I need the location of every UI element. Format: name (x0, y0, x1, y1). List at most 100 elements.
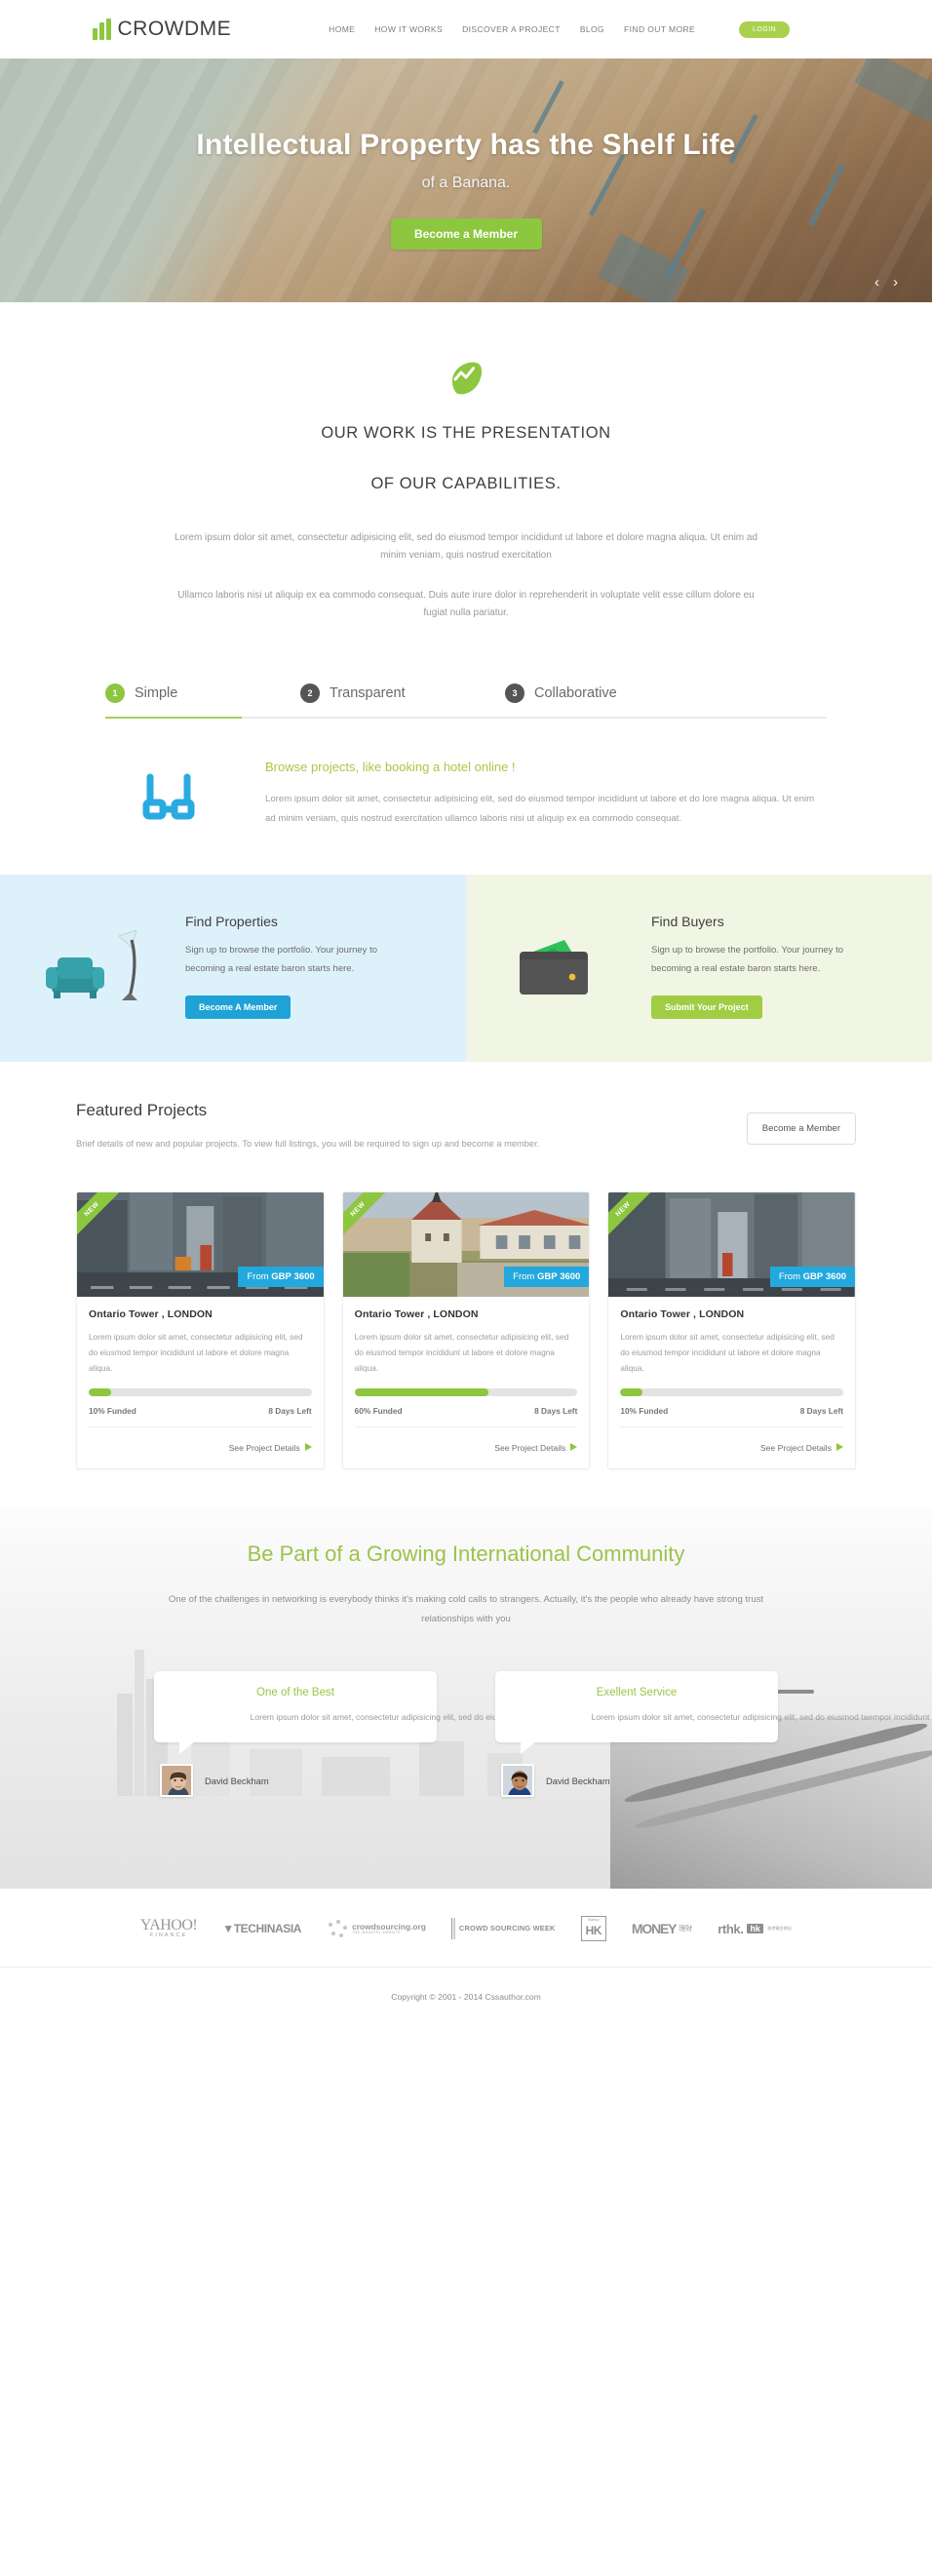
price-currency: GBP (271, 1270, 291, 1282)
find-buyers-text: Find Buyers Sign up to browse the portfo… (651, 914, 875, 1020)
see-details-label: See Project Details (494, 1443, 566, 1454)
partner-logos: YAHOO! FINANCE ▼TECHINASIA crowdsourcing.… (0, 1889, 932, 1968)
sofa-lamp-icon (0, 914, 185, 1019)
price-prefix: From (247, 1270, 269, 1282)
find-properties-title: Find Properties (185, 914, 278, 930)
find-buyers-title: Find Buyers (651, 914, 724, 930)
testimonial-author: David Beckham (205, 1775, 269, 1786)
project-card[interactable]: NEW From GBP 3600 Ontario Tower , LONDON… (76, 1190, 325, 1470)
tab-number: 3 (505, 683, 524, 703)
brand-name: CROWDME (117, 18, 232, 40)
nav-item-home[interactable]: HOME (329, 24, 355, 34)
tab-label: Simple (135, 684, 178, 701)
find-sections: Find Properties Sign up to browse the po… (0, 875, 932, 1063)
project-card[interactable]: NEW From GBP 3600 Ontario Tower , LONDON… (607, 1190, 857, 1470)
project-thumbnail: NEW From GBP 3600 (342, 1191, 590, 1297)
price-currency: GBP (536, 1270, 558, 1282)
nav-item-find-out-more[interactable]: FIND OUT MORE (624, 24, 695, 34)
hk-logo-sub: Startup (587, 1918, 600, 1923)
days-left: 8 Days Left (534, 1406, 578, 1417)
brand-logo[interactable]: CROWDME (93, 18, 231, 41)
featured-become-member-button[interactable]: Become a Member (746, 1112, 856, 1146)
testimonial-body: Lorem ipsum dolor sit amet, consectetur … (591, 1711, 932, 1722)
nav-item-blog[interactable]: BLOG (580, 24, 604, 34)
find-buyers-panel: Find Buyers Sign up to browse the portfo… (466, 875, 932, 1063)
project-card-list: NEW From GBP 3600 Ontario Tower , LONDON… (76, 1190, 857, 1470)
testimonial-bubble: Exellent Service Lorem ipsum dolor sit a… (495, 1670, 932, 1754)
see-project-details-link[interactable]: See Project Details (620, 1426, 844, 1468)
nav-item-discover-a-project[interactable]: DISCOVER A PROJECT (462, 24, 561, 34)
copyright-text: Copyright © 2001 - 2014 Cssauthor.com (391, 1991, 541, 2002)
slider-next-icon[interactable]: › (893, 275, 898, 290)
money-logo-sub: 理財 (679, 1926, 693, 1933)
see-details-label: See Project Details (759, 1443, 833, 1454)
project-thumbnail: NEW From GBP 3600 (608, 1191, 856, 1297)
community-section: Be Part of a Growing International Commu… (0, 1508, 932, 1890)
become-a-member-button[interactable]: Become A Member (185, 995, 291, 1020)
testimonial: One of the Best Lorem ipsum dolor sit am… (154, 1670, 713, 1798)
testimonial-title: Exellent Service (596, 1686, 678, 1698)
tab-transparent[interactable]: 2 Transparent (300, 683, 505, 703)
partner-logo-crowdsourcing-org: crowdsourcing.org THE INDUSTRY WEBSITE (327, 1914, 426, 1943)
intro-heading-line1: OUR WORK IS THE PRESENTATION (321, 424, 611, 442)
project-thumbnail: NEW From GBP 3600 (77, 1191, 324, 1297)
csw-logo-text: CROWD SOURCING WEEK (458, 1923, 556, 1932)
days-left: 8 Days Left (268, 1406, 312, 1417)
rthk-hk-badge: hk (747, 1924, 763, 1934)
funding-progress-bar (354, 1388, 578, 1397)
find-properties-text: Find Properties Sign up to browse the po… (185, 914, 409, 1020)
stripes-icon (450, 1918, 456, 1940)
money-logo-text: MONEY (631, 1921, 678, 1937)
arrow-right-icon (570, 1442, 578, 1451)
funding-progress-fill (620, 1388, 643, 1397)
testimonial-author: David Beckham (546, 1775, 610, 1786)
see-project-details-link[interactable]: See Project Details (354, 1426, 578, 1468)
testimonial-title: One of the Best (256, 1686, 334, 1698)
project-title: Ontario Tower , LONDON (354, 1308, 479, 1320)
tab-collaborative[interactable]: 3 Collaborative (505, 683, 617, 703)
price-value: 3600 (560, 1270, 581, 1282)
intro-section: OUR WORK IS THE PRESENTATION OF OUR CAPA… (0, 302, 932, 623)
community-subtitle: One of the challenges in networking is e… (168, 1594, 764, 1625)
funding-progress-bar (89, 1388, 312, 1397)
panel-text: Lorem ipsum dolor sit amet, consectetur … (265, 793, 815, 824)
submit-your-project-button[interactable]: Submit Your Project (651, 995, 762, 1020)
hero-content: Intellectual Property has the Shelf Life… (0, 59, 932, 250)
project-card[interactable]: NEW From GBP 3600 Ontario Tower , LONDON… (341, 1190, 591, 1470)
project-price: From GBP 3600 (769, 1266, 856, 1287)
tab-panel-simple: Browse projects, like booking a hotel on… (105, 760, 827, 828)
hero-subtitle: of a Banana. (421, 175, 511, 191)
find-properties-body: Sign up to browse the portfolio. Your jo… (185, 945, 377, 974)
funding-progress-fill (354, 1388, 488, 1397)
testimonial-list: One of the Best Lorem ipsum dolor sit am… (0, 1670, 932, 1798)
bars-logo-icon (93, 19, 111, 40)
nav-item-how-it-works[interactable]: HOW IT WORKS (374, 24, 443, 34)
site-footer: Copyright © 2001 - 2014 Cssauthor.com (0, 1967, 932, 2026)
price-prefix: From (778, 1270, 800, 1282)
price-currency: GBP (802, 1270, 824, 1282)
funding-progress-fill (89, 1388, 111, 1397)
hero-become-member-button[interactable]: Become a Member (390, 218, 542, 250)
project-price: From GBP 3600 (238, 1266, 324, 1287)
funded-percent: 10% Funded (89, 1406, 136, 1417)
login-button[interactable]: LOGIN (739, 20, 791, 38)
tab-number: 1 (105, 683, 125, 703)
price-value: 3600 (293, 1270, 315, 1282)
funded-percent: 10% Funded (620, 1406, 669, 1417)
featured-header: Featured Projects Brief details of new a… (76, 1101, 856, 1154)
crowdsourcing-logo-sub: THE INDUSTRY WEBSITE (352, 1930, 401, 1934)
partner-logo-rthk: rthk. hk 香港電台網站 (718, 1921, 793, 1936)
arrow-right-icon (836, 1442, 844, 1451)
testimonial-bubble: One of the Best Lorem ipsum dolor sit am… (154, 1670, 713, 1754)
avatar (160, 1764, 193, 1798)
intro-paragraph-1: Lorem ipsum dolor sit amet, consectetur … (174, 531, 758, 562)
rthk-logo-sub: 香港電台網站 (766, 1926, 793, 1932)
see-project-details-link[interactable]: See Project Details (89, 1426, 312, 1468)
tab-underline (105, 716, 827, 719)
tab-simple[interactable]: 1 Simple (105, 683, 300, 703)
slider-prev-icon[interactable]: ‹ (874, 275, 879, 290)
yahoo-logo-sub: FINANCE (150, 1932, 188, 1939)
see-details-label: See Project Details (228, 1443, 300, 1454)
find-buyers-body: Sign up to browse the portfolio. Your jo… (651, 945, 843, 974)
landing-page: CROWDME HOME HOW IT WORKS DISCOVER A PRO… (0, 0, 932, 2026)
